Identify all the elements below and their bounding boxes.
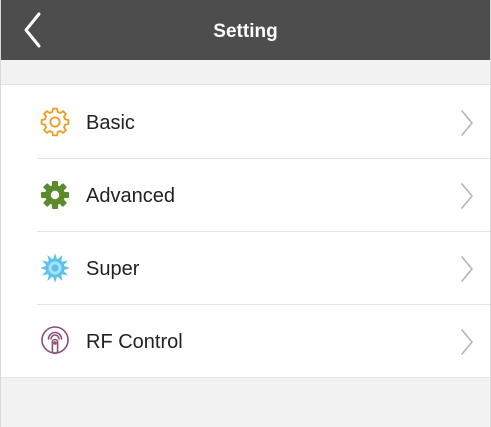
header-bar: Setting bbox=[1, 0, 490, 60]
page-title: Setting bbox=[213, 21, 278, 42]
menu-item-label: RF Control bbox=[86, 331, 183, 353]
menu-item-label: Super bbox=[86, 258, 140, 280]
chevron-right-icon bbox=[461, 183, 473, 209]
chevron-right-icon bbox=[461, 256, 473, 282]
chevron-right-icon bbox=[461, 329, 473, 355]
sunburst-gear-icon bbox=[40, 253, 70, 283]
menu-item-label: Advanced bbox=[86, 185, 175, 207]
menu-item-super[interactable]: Super bbox=[1, 231, 490, 304]
settings-screen: Setting Basic Advanced Super RF Control bbox=[0, 0, 491, 427]
menu-item-rf-control[interactable]: RF Control bbox=[1, 304, 490, 377]
settings-menu: Basic Advanced Super RF Control bbox=[1, 84, 490, 378]
chevron-right-icon bbox=[461, 110, 473, 136]
menu-item-advanced[interactable]: Advanced bbox=[1, 158, 490, 231]
gear-outline-icon bbox=[40, 107, 70, 137]
rf-remote-icon bbox=[41, 326, 69, 355]
menu-item-basic[interactable]: Basic bbox=[1, 85, 490, 158]
gear-solid-icon bbox=[41, 181, 69, 209]
menu-item-label: Basic bbox=[86, 112, 135, 134]
